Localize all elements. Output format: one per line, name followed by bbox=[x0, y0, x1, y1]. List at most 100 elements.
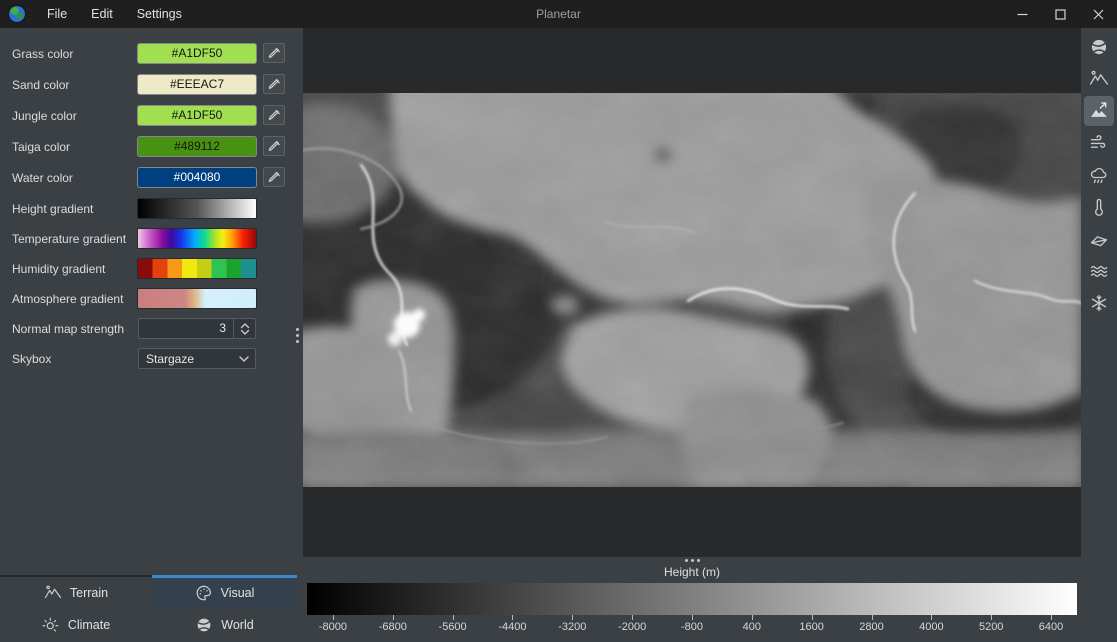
normal-map-strength-stepper[interactable]: 3 bbox=[138, 318, 256, 339]
tab-climate[interactable]: Climate bbox=[0, 609, 152, 640]
mountains-icon bbox=[44, 584, 62, 602]
titlebar: File Edit Settings Planetar bbox=[0, 0, 1117, 28]
atmosphere-gradient-row: Atmosphere gradient bbox=[0, 284, 303, 314]
snowflake-icon bbox=[1089, 293, 1109, 313]
taiga-color-row: Taiga color #489112 bbox=[0, 132, 303, 162]
height-gradient-label: Height gradient bbox=[12, 194, 93, 224]
tool-mountains[interactable] bbox=[1084, 64, 1114, 94]
menu-settings[interactable]: Settings bbox=[126, 7, 193, 21]
eyedropper-icon bbox=[268, 109, 281, 122]
tool-snow[interactable] bbox=[1084, 288, 1114, 318]
sun-icon bbox=[42, 616, 60, 634]
tool-terrain-height[interactable] bbox=[1084, 96, 1114, 126]
tool-erosion[interactable] bbox=[1084, 224, 1114, 254]
waves-icon bbox=[1089, 261, 1109, 281]
humidity-gradient-row: Humidity gradient bbox=[0, 254, 303, 284]
taiga-color-label: Taiga color bbox=[12, 132, 70, 162]
normal-map-strength-label: Normal map strength bbox=[12, 314, 124, 344]
globe-icon bbox=[1089, 37, 1109, 57]
mountains-icon bbox=[1089, 69, 1109, 89]
skybox-row: Skybox Stargaze bbox=[0, 344, 303, 374]
sand-color-picker-button[interactable] bbox=[263, 74, 285, 94]
stepper-buttons[interactable] bbox=[233, 319, 255, 338]
tab-world[interactable]: World bbox=[152, 609, 297, 640]
height-gradient-field[interactable] bbox=[138, 199, 256, 218]
minimize-button[interactable] bbox=[1003, 0, 1041, 28]
jungle-color-row: Jungle color #A1DF50 bbox=[0, 101, 303, 131]
tool-temperature[interactable] bbox=[1084, 192, 1114, 222]
tick-label: 2800 bbox=[842, 615, 902, 633]
thermometer-icon bbox=[1089, 197, 1109, 217]
jungle-color-field[interactable]: #A1DF50 bbox=[138, 106, 256, 125]
height-legend-panel: Height (m) -8000-6800-5600-4400-3200-200… bbox=[303, 557, 1117, 640]
tick-label: -5600 bbox=[423, 615, 483, 633]
chevron-down-icon bbox=[238, 355, 250, 363]
heightmap-canvas[interactable] bbox=[303, 93, 1081, 487]
tool-waves[interactable] bbox=[1084, 256, 1114, 286]
skybox-label: Skybox bbox=[12, 344, 51, 374]
spinner-updown-icon bbox=[239, 322, 251, 336]
normal-map-strength-row: Normal map strength 3 bbox=[0, 314, 303, 344]
normal-map-strength-value[interactable]: 3 bbox=[139, 319, 233, 338]
water-color-field[interactable]: #004080 bbox=[138, 168, 256, 187]
window-controls bbox=[1003, 0, 1117, 28]
terrain-height-arrow-icon bbox=[1089, 101, 1109, 121]
tick-label: -4400 bbox=[483, 615, 543, 633]
close-icon bbox=[1093, 9, 1104, 20]
eyedropper-icon bbox=[268, 47, 281, 60]
tick-label: -6800 bbox=[363, 615, 423, 633]
map-viewport[interactable] bbox=[303, 28, 1081, 557]
minimize-icon bbox=[1017, 9, 1028, 20]
legend-title: Height (m) bbox=[303, 565, 1081, 579]
app-globe-icon bbox=[9, 6, 25, 22]
tab-terrain[interactable]: Terrain bbox=[0, 577, 152, 608]
tool-rail bbox=[1081, 28, 1117, 557]
tick-label: 400 bbox=[722, 615, 782, 633]
maximize-icon bbox=[1055, 9, 1066, 20]
tool-precipitation[interactable] bbox=[1084, 160, 1114, 190]
grass-color-row: Grass color #A1DF50 bbox=[0, 39, 303, 69]
horizontal-splitter[interactable] bbox=[680, 559, 704, 562]
tick-label: 6400 bbox=[1021, 615, 1081, 633]
atmosphere-gradient-field[interactable] bbox=[138, 289, 256, 308]
water-color-picker-button[interactable] bbox=[263, 167, 285, 187]
taiga-color-field[interactable]: #489112 bbox=[138, 137, 256, 156]
water-color-label: Water color bbox=[12, 163, 73, 193]
tab-world-label: World bbox=[221, 618, 253, 632]
tick-label: -3200 bbox=[542, 615, 602, 633]
tick-label: 5200 bbox=[961, 615, 1021, 633]
visual-settings-panel: Grass color #A1DF50 Sand color #EEEAC7 J… bbox=[0, 28, 303, 577]
skybox-dropdown[interactable]: Stargaze bbox=[138, 348, 256, 369]
close-button[interactable] bbox=[1079, 0, 1117, 28]
bottom-tabs: Terrain Visual Climate World bbox=[0, 575, 297, 642]
maximize-button[interactable] bbox=[1041, 0, 1079, 28]
temperature-gradient-label: Temperature gradient bbox=[12, 224, 126, 254]
sand-color-row: Sand color #EEEAC7 bbox=[0, 70, 303, 100]
tool-globe[interactable] bbox=[1084, 32, 1114, 62]
sand-color-field[interactable]: #EEEAC7 bbox=[138, 75, 256, 94]
jungle-color-picker-button[interactable] bbox=[263, 105, 285, 125]
tick-label: 4000 bbox=[901, 615, 961, 633]
tool-wind[interactable] bbox=[1084, 128, 1114, 158]
water-color-row: Water color #004080 bbox=[0, 163, 303, 193]
menu-bar: File Edit Settings bbox=[36, 0, 193, 28]
erosion-slope-icon bbox=[1089, 229, 1109, 249]
skybox-selected-value: Stargaze bbox=[139, 352, 238, 366]
menu-file[interactable]: File bbox=[36, 7, 78, 21]
height-gradient-bar bbox=[307, 583, 1077, 615]
menu-edit[interactable]: Edit bbox=[80, 7, 124, 21]
wind-icon bbox=[1089, 133, 1109, 153]
grass-color-picker-button[interactable] bbox=[263, 43, 285, 63]
height-gradient-row: Height gradient bbox=[0, 194, 303, 224]
grass-color-field[interactable]: #A1DF50 bbox=[138, 44, 256, 63]
humidity-gradient-label: Humidity gradient bbox=[12, 254, 105, 284]
eyedropper-icon bbox=[268, 140, 281, 153]
palette-icon bbox=[195, 584, 213, 602]
splitter-grip-icon bbox=[296, 328, 299, 343]
vertical-splitter[interactable] bbox=[293, 28, 303, 577]
temperature-gradient-field[interactable] bbox=[138, 229, 256, 248]
taiga-color-picker-button[interactable] bbox=[263, 136, 285, 156]
humidity-gradient-field[interactable] bbox=[138, 259, 256, 278]
tab-visual[interactable]: Visual bbox=[152, 577, 297, 608]
tick-label: -8000 bbox=[303, 615, 363, 633]
